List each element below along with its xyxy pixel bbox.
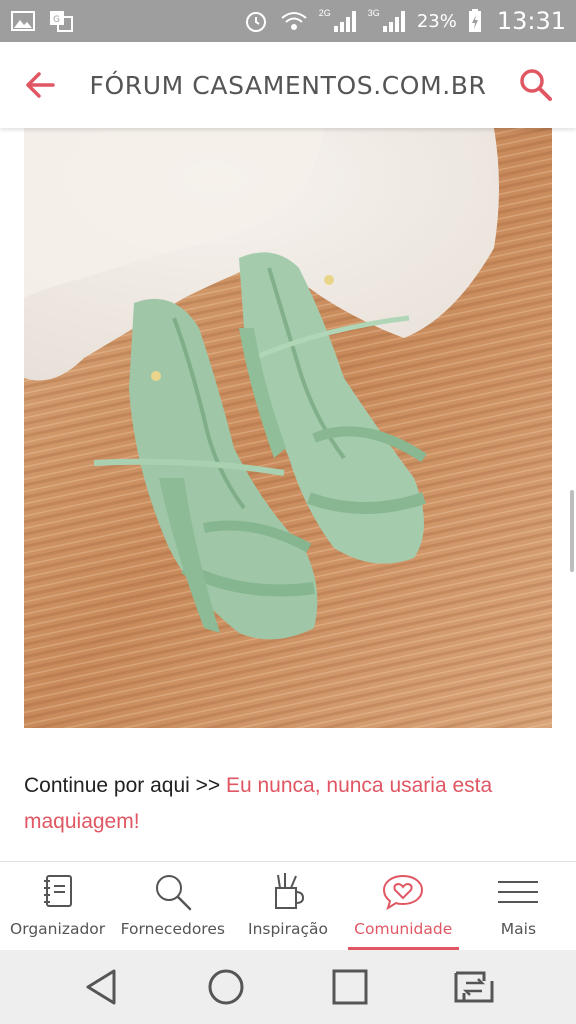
post-text: Continue por aqui >> Eu nunca, nunca usa… <box>24 768 524 840</box>
wifi-icon <box>281 12 307 30</box>
nav-fornecedores[interactable]: Fornecedores <box>115 862 230 950</box>
nav-organizador[interactable]: Organizador <box>0 862 115 950</box>
system-navigation <box>0 950 576 1024</box>
system-switch-button[interactable] <box>444 957 504 1017</box>
translate-icon: G <box>50 11 73 32</box>
alarm-icon <box>245 12 266 32</box>
recents-square-icon <box>332 969 368 1005</box>
gallery-icon <box>11 11 35 31</box>
nav-mais[interactable]: Mais <box>461 862 576 950</box>
nav-label: Mais <box>500 920 537 938</box>
battery-percent: 23% <box>416 10 457 32</box>
app-header: FÓRUM CASAMENTOS.COM.BR <box>0 42 576 128</box>
post-text-prefix: Continue por aqui >> <box>24 774 226 797</box>
search-icon <box>520 69 552 101</box>
notebook-icon <box>43 875 72 907</box>
battery-icon <box>468 9 481 32</box>
nav-label: Fornecedores <box>120 920 225 938</box>
back-button[interactable] <box>0 42 80 128</box>
status-bar: G 2G 3G 23% 13:31 <box>0 0 576 42</box>
pencil-cup-icon <box>275 873 305 909</box>
signal-3g: 3G <box>368 8 407 34</box>
signal-icon <box>333 11 356 32</box>
scrollbar[interactable] <box>570 490 574 572</box>
post-content: Continue por aqui >> Eu nunca, nunca usa… <box>0 128 576 861</box>
hamburger-icon <box>498 881 539 903</box>
nav-label: Comunidade <box>354 920 453 938</box>
page-title: FÓRUM CASAMENTOS.COM.BR <box>89 70 487 100</box>
home-circle-icon <box>208 969 244 1005</box>
signal-icon <box>382 11 405 32</box>
system-back-button[interactable] <box>72 957 132 1017</box>
system-home-button[interactable] <box>196 957 256 1017</box>
post-image[interactable] <box>24 128 552 728</box>
svg-text:G: G <box>53 15 60 25</box>
nav-label: Organizador <box>10 920 106 938</box>
nav-inspiracao[interactable]: Inspiração <box>230 862 345 950</box>
arrow-left-icon <box>26 72 55 98</box>
back-triangle-icon <box>86 969 116 1005</box>
switch-app-icon <box>454 971 494 1003</box>
sandals-photo <box>24 128 552 728</box>
bottom-navigation: Organizador Fornecedores Inspiração Comu… <box>0 861 576 950</box>
magnifier-icon <box>155 875 192 911</box>
nav-comunidade[interactable]: Comunidade <box>346 862 461 950</box>
nav-label: Inspiração <box>248 920 328 938</box>
search-button[interactable] <box>496 42 576 128</box>
heart-bubble-icon <box>383 874 424 911</box>
signal-2g: 2G <box>319 8 358 34</box>
clock: 13:31 <box>496 7 566 35</box>
system-recents-button[interactable] <box>320 957 380 1017</box>
